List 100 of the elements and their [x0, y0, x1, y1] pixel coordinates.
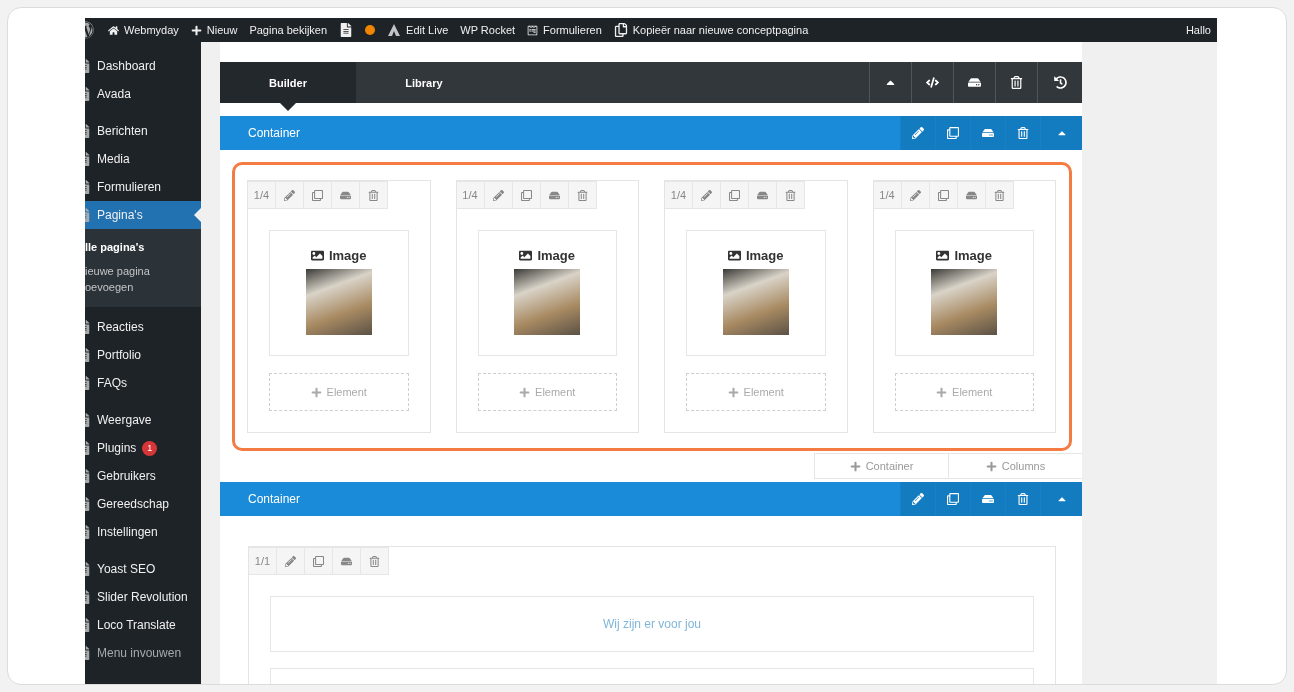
image-element-card[interactable]: Image [894, 230, 1034, 356]
clone-icon [947, 127, 959, 139]
pencil-icon [492, 189, 504, 201]
photo-placeholder [931, 269, 998, 335]
toolbar-link[interactable]: Pagina bekijken [243, 24, 334, 36]
sidebar-label: Yoast SEO [97, 562, 156, 576]
sidebar-item[interactable]: Loco Translate [85, 611, 201, 639]
element-title: Image [936, 248, 993, 263]
home-icon [108, 24, 119, 36]
drive-icon [548, 189, 560, 201]
clone-icon [520, 189, 532, 201]
drive-icon [965, 189, 977, 201]
trash-icon [369, 555, 380, 567]
sidebar-item[interactable]: Gereedschap [85, 490, 201, 518]
submenu-item[interactable]: ieuwe pagina oevoegen [85, 259, 185, 299]
sidebar-label: Menu invouwen [97, 646, 182, 660]
plus-icon [190, 24, 202, 36]
form-icon [527, 24, 539, 36]
forms-link[interactable]: Formulieren [521, 24, 608, 36]
sidebar-item[interactable]: Berichten [85, 117, 201, 145]
plus-icon [849, 460, 861, 472]
sidebar-item[interactable]: FAQs [85, 369, 201, 397]
sidebar-item[interactable]: Pagina's [85, 201, 201, 229]
sidebar-label: Gereedschap [97, 497, 170, 511]
image-element-card[interactable]: Image [477, 230, 617, 356]
trash-icon [993, 189, 1005, 201]
sidebar-label: Loco Translate [97, 618, 176, 632]
photo-placeholder [722, 269, 789, 335]
triangle-logo-icon [387, 23, 402, 37]
container-title: Container [247, 126, 302, 140]
sidebar-item[interactable]: Slider Revolution [85, 583, 201, 611]
history-icon [1053, 76, 1067, 89]
plus-icon [985, 460, 997, 472]
container-title: Container [247, 492, 302, 506]
trash-icon [1017, 127, 1029, 139]
sidebar-item[interactable]: Menu invouwen [85, 639, 201, 667]
trash-icon [368, 189, 379, 201]
sidebar-label: Portfolio [97, 348, 142, 362]
trash-icon [1017, 493, 1029, 505]
element-title: Image [727, 248, 784, 263]
edit-button[interactable] [900, 116, 935, 150]
delete-button[interactable] [1005, 116, 1040, 150]
pencil-icon [912, 493, 924, 505]
selection-pointer [194, 208, 201, 222]
submenu-item[interactable]: lle pagina's [85, 235, 201, 259]
sidebar-label: Gebruikers [97, 469, 156, 483]
plus-icon [310, 386, 322, 398]
site-link[interactable]: Webmyday [102, 24, 185, 36]
clone-icon [312, 189, 323, 201]
plus-icon [519, 386, 531, 398]
drive-icon [340, 189, 351, 201]
image-element-card[interactable]: Image [686, 230, 826, 356]
pencil-icon [285, 555, 296, 567]
tab-pointer [280, 103, 296, 111]
greeting-link[interactable]: Hallo [1179, 24, 1217, 36]
new-link[interactable]: Nieuw [184, 24, 244, 36]
trash-icon [785, 189, 796, 201]
pencil-icon [701, 189, 712, 201]
sidebar-item[interactable]: Dashboard [85, 52, 201, 80]
clone-button[interactable] [935, 116, 970, 150]
sidebar-item[interactable]: Gebruikers [85, 462, 201, 490]
drive-icon [341, 555, 352, 567]
sidebar-item[interactable]: Reacties [85, 313, 201, 341]
sidebar-label: FAQs [97, 376, 127, 390]
clone-button[interactable] [935, 482, 970, 516]
edit-live-link[interactable]: Edit Live [381, 23, 455, 37]
clone-icon [937, 189, 949, 201]
image-icon [936, 249, 950, 262]
drive-icon [968, 76, 981, 89]
element-title: Image [310, 248, 367, 263]
drive-icon [982, 127, 994, 139]
sidebar-label: Weergave [97, 413, 152, 427]
sidebar-item[interactable]: Instellingen [85, 518, 201, 546]
sidebar-label: Media [97, 152, 130, 166]
sidebar-label: Plugins [97, 441, 137, 455]
sidebar-label: Reacties [97, 320, 144, 334]
pencil-icon [284, 189, 295, 201]
sidebar-label: Formulieren [97, 180, 162, 194]
copy-link[interactable]: Kopieër naar nieuwe conceptpagina [607, 23, 815, 37]
sidebar-label: Berichten [97, 124, 148, 138]
sidebar-item[interactable]: Weergave [85, 406, 201, 434]
clone-icon [313, 555, 324, 567]
trash-icon [1010, 76, 1023, 89]
image-element-card[interactable]: Image [269, 230, 409, 356]
photo-placeholder [514, 269, 581, 335]
edit-button[interactable] [900, 482, 935, 516]
element-title: Image [519, 248, 576, 263]
sidebar-item[interactable]: Yoast SEO [85, 555, 201, 583]
image-icon [310, 249, 324, 262]
delete-button[interactable] [1005, 482, 1040, 516]
tab[interactable]: Library [356, 62, 492, 103]
copy-icon [613, 23, 628, 37]
sidebar-item[interactable]: Plugins 1 [85, 434, 201, 462]
toolbar-link[interactable]: WP Rocket [454, 24, 522, 36]
sidebar-label: Slider Revolution [97, 590, 188, 604]
sidebar-item[interactable]: Portfolio [85, 341, 201, 369]
sidebar-item[interactable]: Avada [85, 80, 201, 108]
sidebar-item[interactable]: Media [85, 145, 201, 173]
sidebar-item[interactable]: Formulieren [85, 173, 201, 201]
image-icon [727, 249, 741, 262]
